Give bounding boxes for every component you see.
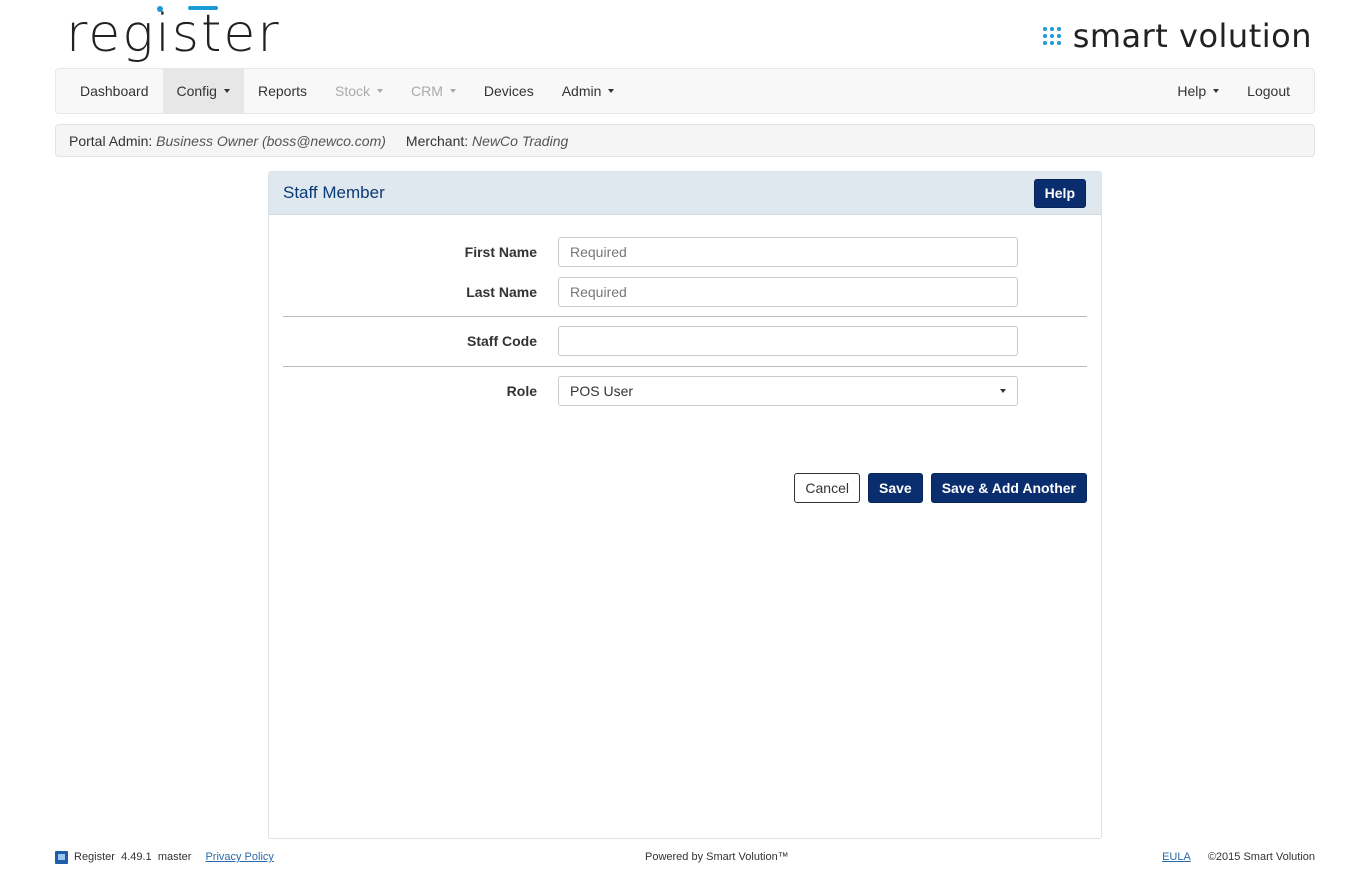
nav-stock[interactable]: Stock [321, 69, 397, 113]
nav-reports-label: Reports [257, 83, 307, 99]
caret-down-icon [223, 89, 230, 93]
nav-help[interactable]: Help [1163, 69, 1233, 113]
caret-down-icon [377, 89, 384, 93]
first-name-row: First Name [269, 237, 1101, 267]
logo-accent-dot [157, 6, 163, 12]
footer-left: Register 4.49.1 master Privacy Policy [55, 850, 274, 864]
nav-config[interactable]: Config [162, 69, 244, 113]
role-selected-value: POS User [570, 383, 634, 399]
divider [283, 316, 1087, 317]
role-label: Role [506, 383, 537, 399]
cancel-button[interactable]: Cancel [794, 473, 860, 503]
staff-member-panel: Staff Member Help First Name Last Name S… [268, 171, 1102, 839]
nav-logout[interactable]: Logout [1233, 69, 1314, 113]
footer-app-name: Register [74, 851, 115, 863]
dots-grid-icon [1042, 27, 1061, 45]
footer-right: EULA ©2015 Smart Volution [1162, 851, 1315, 863]
privacy-policy-link[interactable]: Privacy Policy [205, 851, 273, 863]
portal-admin-value: Business Owner (boss@newco.com) [156, 132, 386, 149]
powered-by: Powered by Smart Volution™ [645, 851, 789, 863]
register-logo-text: register [66, 4, 281, 64]
nav-logout-label: Logout [1247, 83, 1290, 99]
nav-admin[interactable]: Admin [548, 69, 629, 113]
register-app-icon [55, 850, 68, 864]
nav-help-label: Help [1177, 83, 1207, 99]
save-add-another-button[interactable]: Save & Add Another [930, 473, 1087, 503]
last-name-input[interactable] [558, 277, 1018, 307]
first-name-input[interactable] [558, 237, 1018, 267]
staff-code-label: Staff Code [467, 333, 537, 349]
form-actions: Cancel Save Save & Add Another [794, 473, 1087, 503]
caret-down-icon [1000, 389, 1006, 393]
nav-devices[interactable]: Devices [470, 69, 548, 113]
nav-stock-label: Stock [335, 83, 371, 99]
eula-link[interactable]: EULA [1162, 851, 1191, 863]
first-name-label: First Name [464, 244, 537, 260]
footer-version: 4.49.1 [121, 851, 152, 863]
portal-admin-label: Portal Admin: [69, 132, 153, 149]
nav-admin-label: Admin [561, 83, 602, 99]
nav-dashboard-label: Dashboard [80, 83, 149, 99]
role-row: Role POS User [269, 376, 1101, 406]
caret-down-icon [449, 89, 456, 93]
last-name-row: Last Name [269, 277, 1101, 307]
staff-code-input[interactable] [558, 326, 1018, 356]
merchant-value: NewCo Trading [472, 132, 569, 149]
context-info-bar: Portal Admin: Business Owner (boss@newco… [55, 124, 1315, 157]
caret-down-icon [1213, 89, 1220, 93]
smart-volution-logo: smart volution [1042, 14, 1312, 58]
copyright: ©2015 Smart Volution [1207, 851, 1315, 863]
save-button[interactable]: Save [867, 473, 923, 503]
caret-down-icon [608, 89, 615, 93]
nav-reports[interactable]: Reports [244, 69, 321, 113]
last-name-label: Last Name [466, 284, 537, 300]
nav-config-label: Config [176, 83, 217, 99]
main-navbar: Dashboard Config Reports Stock CRM Devic… [55, 68, 1315, 114]
panel-title: Staff Member [283, 183, 385, 202]
footer: Register 4.49.1 master Privacy Policy Po… [55, 849, 1315, 865]
help-button[interactable]: Help [1033, 178, 1086, 208]
smart-volution-logo-text: smart volution [1072, 17, 1312, 55]
nav-crm[interactable]: CRM [397, 69, 470, 113]
role-select[interactable]: POS User [558, 376, 1018, 406]
divider [283, 366, 1087, 367]
register-logo: register [66, 2, 281, 66]
merchant-label: Merchant: [405, 132, 469, 149]
nav-crm-label: CRM [411, 83, 443, 99]
staff-code-row: Staff Code [269, 326, 1101, 356]
nav-devices-label: Devices [483, 83, 534, 99]
logo-accent-bar [188, 6, 218, 10]
footer-branch: master [157, 851, 192, 863]
nav-dashboard[interactable]: Dashboard [56, 69, 163, 113]
panel-heading: Staff Member Help [269, 172, 1101, 215]
